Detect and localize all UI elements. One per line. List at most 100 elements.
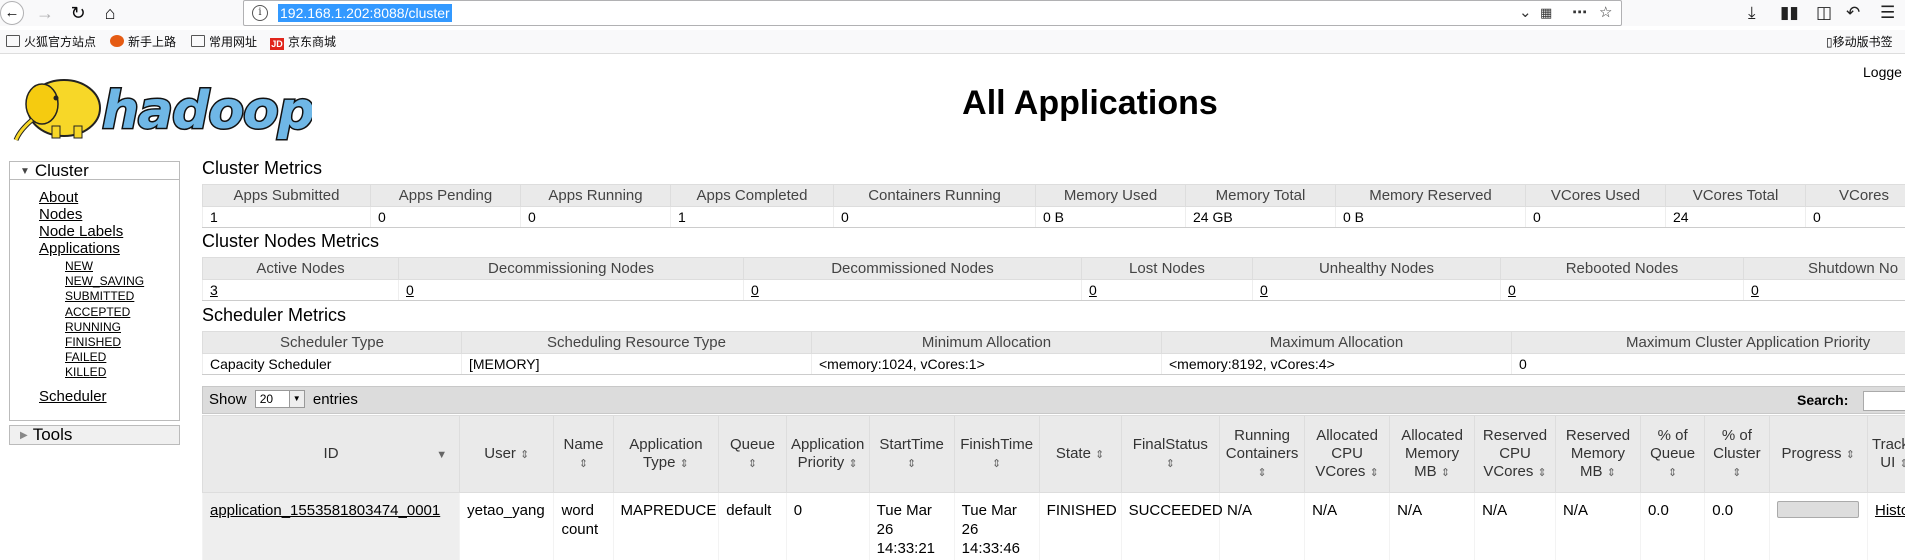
sort-icon: ⇕ — [1257, 466, 1267, 479]
col-header: Maximum Allocation — [1161, 331, 1512, 354]
decommissioning-nodes-link[interactable]: 0 — [406, 282, 414, 298]
sort-icon: ⇕ — [1537, 466, 1547, 479]
metric-value: [MEMORY] — [461, 353, 812, 375]
applications-table: ID ▼ User ⇕ Name ⇕ Application Type ⇕ Queu… — [201, 415, 1905, 560]
sort-icon: ⇕ — [1899, 457, 1905, 470]
sort-application-type[interactable]: Application Type ⇕ — [612, 415, 720, 493]
page-size-control: Show 20 ▼ entries — [209, 390, 358, 408]
sort-pct-cluster[interactable]: % of Cluster ⇕ — [1704, 415, 1770, 493]
history-link[interactable]: History — [1875, 502, 1905, 519]
downloads-icon[interactable]: ⤓ — [1748, 1, 1756, 25]
page-size-select[interactable]: 20 ▼ — [254, 390, 305, 408]
cell-start-time: Tue Mar 26 14:33:21 +0800 — [868, 492, 955, 560]
rebooted-nodes-link[interactable]: 0 — [1508, 282, 1516, 298]
nav-state-new-saving[interactable]: NEW_SAVING — [65, 274, 144, 288]
sort-reserved-cpu[interactable]: Reserved CPU VCores ⇕ — [1474, 415, 1556, 493]
lost-nodes-link[interactable]: 0 — [1089, 282, 1097, 298]
sort-name[interactable]: Name ⇕ — [553, 415, 614, 493]
page-actions-icon[interactable]: ⋯ — [1572, 2, 1587, 24]
nav-node-labels[interactable]: Node Labels — [39, 223, 123, 240]
bookmark-jd[interactable]: JD 京东商城 — [270, 33, 336, 51]
sort-application-priority[interactable]: Application Priority ⇕ — [785, 415, 870, 493]
bookmark-star-icon[interactable]: ☆ — [1599, 2, 1612, 24]
nav-scheduler[interactable]: Scheduler — [39, 388, 107, 405]
col-header: Apps Submitted — [202, 184, 371, 207]
nav-state-failed[interactable]: FAILED — [65, 350, 106, 364]
nav-nodes[interactable]: Nodes — [39, 206, 82, 223]
sort-running-containers[interactable]: Running Containers ⇕ — [1219, 415, 1306, 493]
node-metrics-header-row: Active Nodes Decommissioning Nodes Decom… — [202, 257, 1905, 280]
col-header: Active Nodes — [202, 257, 399, 280]
nav-state-killed[interactable]: KILLED — [65, 365, 106, 379]
cell-final-status: SUCCEEDED — [1120, 492, 1223, 560]
nav-state-new[interactable]: NEW — [65, 259, 93, 273]
bookmark-firefox-official[interactable]: 火狐官方站点 — [6, 33, 96, 51]
mobile-bookmarks[interactable]: ▯移动版书签 — [1826, 33, 1893, 51]
col-header: Apps Running — [520, 184, 671, 207]
cluster-nav-header[interactable]: ▼ Cluster — [10, 162, 179, 180]
col-header: Memory Used — [1035, 184, 1186, 207]
forward-button[interactable]: → — [33, 1, 57, 25]
sort-id[interactable]: ID ▼ — [201, 415, 461, 493]
col-header: Containers Running — [833, 184, 1036, 207]
sort-reserved-memory[interactable]: Reserved Memory MB ⇕ — [1554, 415, 1641, 493]
sort-icon: ⇕ — [1440, 466, 1451, 479]
metric-value: 24 — [1665, 206, 1806, 228]
unhealthy-nodes-link[interactable]: 0 — [1260, 282, 1268, 298]
undo-icon[interactable]: ↶ — [1846, 1, 1860, 25]
url-dropdown-icon[interactable]: ⌄ — [1519, 2, 1532, 24]
bookmark-getting-started[interactable]: 新手上路 — [110, 33, 176, 51]
cluster-metrics-title: Cluster Metrics — [202, 158, 323, 178]
sort-icon: ⇕ — [578, 457, 589, 470]
menu-icon[interactable]: ☰ — [1880, 1, 1895, 25]
sidebar-icon[interactable]: ◫ — [1816, 1, 1832, 25]
nav-state-running[interactable]: RUNNING — [65, 320, 121, 334]
site-info-icon[interactable]: i — [252, 5, 268, 21]
sort-tracking-ui[interactable]: Tracking UI ⇕ — [1866, 415, 1905, 493]
nav-state-submitted[interactable]: SUBMITTED — [65, 289, 134, 303]
mobile-icon: ▯ — [1826, 35, 1833, 49]
sort-final-status[interactable]: FinalStatus ⇕ — [1120, 415, 1221, 493]
home-button[interactable]: ⌂ — [98, 1, 122, 25]
nav-applications[interactable]: Applications — [39, 240, 120, 257]
nav-state-accepted[interactable]: ACCEPTED — [65, 305, 130, 319]
chevron-down-icon: ▼ — [288, 391, 304, 407]
cell-pct-cluster: 0.0 — [1704, 492, 1769, 560]
decommissioned-nodes-link[interactable]: 0 — [751, 282, 759, 298]
active-nodes-link[interactable]: 3 — [210, 282, 218, 298]
url-text[interactable]: 192.168.1.202:8088/cluster — [278, 4, 452, 22]
node-metrics-value-row: 3 0 0 0 0 0 0 — [202, 279, 1905, 301]
search-input[interactable] — [1863, 391, 1905, 411]
metric-value: 0 — [1525, 206, 1666, 228]
sort-queue[interactable]: Queue ⇕ — [718, 415, 787, 493]
qr-code-icon[interactable]: ▦ — [1540, 2, 1552, 24]
sort-progress[interactable]: Progress ⇕ — [1768, 415, 1868, 493]
sort-pct-queue[interactable]: % of Queue ⇕ — [1639, 415, 1706, 493]
cell-name: word count — [553, 492, 614, 560]
tools-nav-header[interactable]: ▶ Tools — [9, 425, 180, 445]
library-icon[interactable]: ▮▮ — [1780, 1, 1799, 25]
sort-icon: ⇕ — [907, 457, 917, 470]
col-header: Memory Total — [1185, 184, 1336, 207]
cluster-metrics-header-row: Apps Submitted Apps Pending Apps Running… — [202, 184, 1905, 207]
col-header: Decommissioning Nodes — [398, 257, 744, 280]
col-header: VCores Used — [1525, 184, 1666, 207]
application-id-link[interactable]: application_1553581803474_0001 — [210, 502, 440, 519]
sort-allocated-memory[interactable]: Allocated Memory MB ⇕ — [1389, 415, 1476, 493]
sort-user[interactable]: User ⇕ — [459, 415, 555, 493]
reload-button[interactable]: ↻ — [66, 1, 90, 25]
sort-start-time[interactable]: StartTime ⇕ — [868, 415, 955, 493]
nav-state-finished[interactable]: FINISHED — [65, 335, 121, 349]
back-button[interactable]: ← — [0, 1, 24, 25]
metric-value: 24 GB — [1185, 206, 1336, 228]
address-bar[interactable]: i 192.168.1.202:8088/cluster ⌄ ▦ ⋯ ☆ — [243, 0, 1622, 26]
sort-finish-time[interactable]: FinishTime ⇕ — [953, 415, 1040, 493]
nav-about[interactable]: About — [39, 189, 78, 206]
sort-allocated-cpu[interactable]: Allocated CPU VCores ⇕ — [1304, 415, 1391, 493]
bookmark-common-sites[interactable]: 常用网址 — [191, 33, 257, 51]
sort-state[interactable]: State ⇕ — [1038, 415, 1122, 493]
shutdown-nodes-link[interactable]: 0 — [1751, 282, 1759, 298]
col-header: Minimum Allocation — [811, 331, 1162, 354]
expand-triangle-icon: ▼ — [20, 166, 30, 177]
folder-icon — [191, 35, 205, 47]
